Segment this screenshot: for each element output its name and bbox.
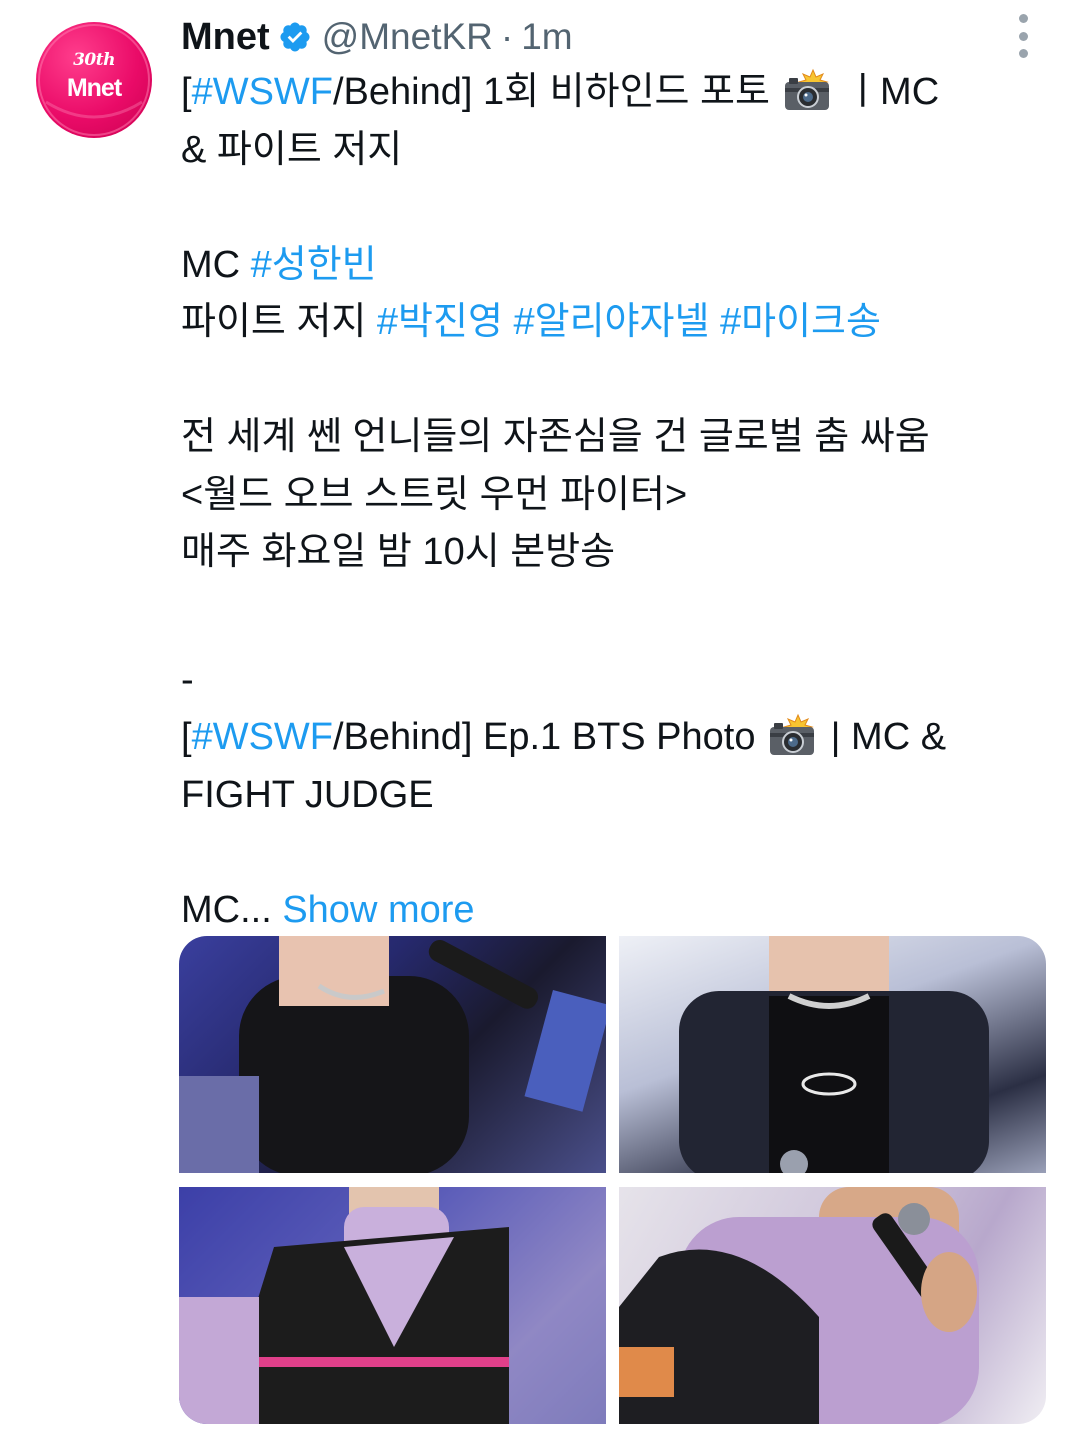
tweet-line: 전 세계 쎈 언니들의 자존심을 건 글로벌 춤 싸움 (181, 416, 930, 458)
tweet-line-text: ㅣMC (834, 71, 940, 113)
more-dot-icon (1018, 49, 1028, 58)
more-options-button[interactable] (1008, 14, 1038, 58)
hashtag-link[interactable]: #WSWF (192, 716, 333, 758)
hashtag-link[interactable]: #알리야자넬 (514, 301, 710, 343)
photo-illustration-icon (179, 936, 606, 1173)
camera-with-flash-icon (770, 713, 815, 755)
avatar[interactable]: 30th Mnet (36, 22, 152, 138)
media-photo[interactable] (619, 936, 1046, 1173)
tweet-header: Mnet @MnetKR · 1m (181, 14, 573, 60)
tweet-line: MC... Show more (181, 882, 1051, 940)
tweet-line-text: MC... (181, 888, 283, 931)
show-more-link[interactable]: Show more (282, 889, 474, 931)
tweet-timestamp[interactable]: 1m (521, 16, 572, 58)
hashtag-link[interactable]: #마이크송 (720, 301, 881, 343)
tweet-line: 매주 화요일 밤 10시 본방송 (181, 531, 616, 573)
tweet-line: & 파이트 저지 (181, 128, 403, 171)
tweet-line: MC #성한빈 (181, 237, 1051, 295)
tweet[interactable]: 30th Mnet Mnet @MnetKR · 1m [#WSWF/Behin… (0, 0, 1080, 1442)
avatar-mnet-text: Mnet (66, 74, 122, 102)
author-name[interactable]: Mnet (181, 16, 270, 59)
verified-badge-icon (280, 22, 310, 52)
avatar-30th-text: 30th (73, 50, 115, 70)
author-handle[interactable]: @MnetKR (322, 16, 493, 58)
media-photo[interactable] (179, 1187, 606, 1424)
hashtag-link[interactable]: #WSWF (192, 71, 333, 113)
tweet-line: <월드 오브 스트릿 우먼 파이터> (181, 473, 688, 516)
tweet-line-text: /Behind] Ep.1 BTS Photo (333, 716, 767, 758)
tweet-line-text: /Behind] 1회 비하인드 포토 (333, 71, 781, 113)
hashtag-link[interactable]: #성한빈 (251, 244, 377, 286)
media-photo[interactable] (619, 1187, 1046, 1424)
tweet-line-text: MC (181, 243, 251, 286)
photo-illustration-icon (179, 1187, 606, 1424)
tweet-line-text: | MC & (820, 716, 947, 758)
tweet-line: FIGHT JUDGE (181, 773, 434, 816)
bracket-text: [ (181, 716, 192, 758)
more-dot-icon (1018, 14, 1028, 23)
header-separator: · (500, 16, 514, 57)
tweet-text: [#WSWF/Behind] 1회 비하인드 포토 ㅣMC & 파이트 저지 M… (181, 64, 1051, 939)
photo-illustration-icon (619, 1187, 979, 1424)
tweet-line: [#WSWF/Behind] Ep.1 BTS Photo | MC & (181, 709, 1051, 767)
camera-with-flash-icon (784, 68, 829, 110)
more-dot-icon (1018, 31, 1028, 41)
media-grid (179, 936, 1046, 1424)
hashtag-link[interactable]: #박진영 (377, 301, 503, 343)
tweet-line: - (181, 658, 194, 701)
tweet-line-text: 파이트 저지 (181, 301, 377, 343)
tweet-line: 파이트 저지 #박진영 #알리야자넬 #마이크송 (181, 294, 1051, 352)
bracket-text: [ (181, 71, 192, 113)
tweet-line: [#WSWF/Behind] 1회 비하인드 포토 ㅣMC (181, 64, 1051, 122)
media-photo[interactable] (179, 936, 606, 1173)
photo-illustration-icon (679, 936, 989, 1173)
